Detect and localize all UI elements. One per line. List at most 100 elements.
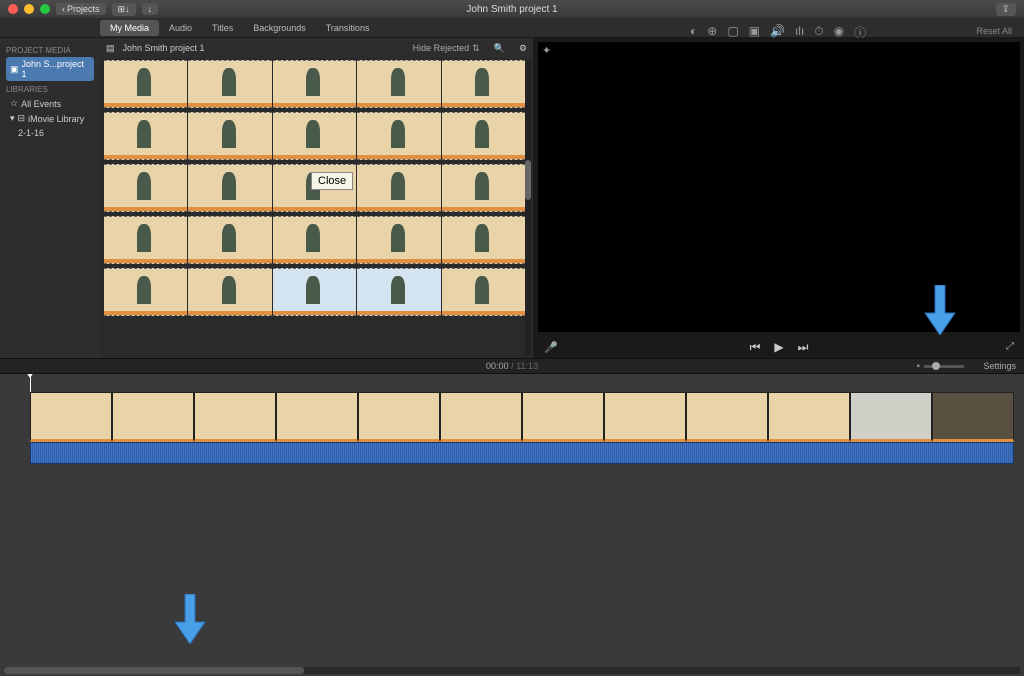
clip-thumbnail[interactable] [442,268,525,316]
library-icon: ⊟ [18,113,26,124]
video-track[interactable] [30,392,1014,442]
reset-all-button[interactable]: Reset All [976,26,1012,36]
audio-track[interactable] [30,442,1014,464]
back-label: Projects [67,4,100,14]
voiceover-mic-icon[interactable]: 🎤 [544,341,558,354]
clip-thumbnail[interactable] [273,60,356,108]
download-icon: ↓ [148,4,153,14]
clip-thumbnail[interactable] [357,164,440,212]
clip-thumbnail[interactable] [104,164,187,212]
sidebar-item-project[interactable]: ▣ John S...project 1 [6,57,94,81]
clip-thumbnail[interactable] [357,216,440,264]
clip-thumbnail[interactable] [188,216,271,264]
filmstrip-row[interactable] [104,112,525,160]
media-tabs-row: My Media Audio Titles Backgrounds Transi… [0,18,1024,38]
timeline-clip[interactable] [850,392,932,442]
sidebar-item-all-events[interactable]: ☆ All Events [6,96,94,111]
timeline-clip[interactable] [30,392,112,442]
tab-audio[interactable]: Audio [159,20,202,36]
disclosure-triangle-icon[interactable]: ▾ [10,113,15,124]
clip-thumbnail[interactable] [188,164,271,212]
download-button[interactable]: ↓ [142,3,159,15]
fullscreen-icon[interactable]: ⤢ [1006,341,1014,352]
prev-button[interactable]: ⏮ [750,340,761,355]
all-events-label: All Events [21,99,61,109]
clip-thumbnail[interactable] [357,112,440,160]
tab-my-media[interactable]: My Media [100,20,159,36]
time-sep: / [509,361,517,371]
clip-thumbnail[interactable] [104,268,187,316]
tab-backgrounds[interactable]: Backgrounds [243,20,316,36]
sidebar-item-date[interactable]: 2-1-16 [6,126,94,140]
media-browser: ▤ John Smith project 1 Hide Rejected ⇅ 🔍… [100,38,534,358]
hide-rejected-dropdown[interactable]: Hide Rejected ⇅ [413,43,480,54]
timeline-clip[interactable] [194,392,276,442]
clip-size-icon: ▪ [916,361,920,372]
timeline-clip[interactable] [358,392,440,442]
timeline[interactable] [0,374,1024,676]
window-title: John Smith project 1 [466,4,557,15]
clip-thumbnail[interactable] [188,268,271,316]
back-projects-button[interactable]: ‹ Projects [56,3,106,15]
browser-scrollbar[interactable] [525,60,531,356]
share-button[interactable]: ⇪ [996,3,1016,16]
sidebar: PROJECT MEDIA ▣ John S...project 1 LIBRA… [0,38,100,358]
search-icon[interactable]: 🔍 [494,43,505,54]
timeline-clip[interactable] [112,392,194,442]
timeline-clip[interactable] [768,392,850,442]
zoom-slider[interactable] [924,365,964,368]
clip-thumbnail[interactable] [442,112,525,160]
timeline-clip[interactable] [522,392,604,442]
annotation-arrow [170,594,210,644]
libraries-header: LIBRARIES [6,85,94,94]
timeline-clip[interactable] [932,392,1014,442]
filmstrip-row[interactable] [104,216,525,264]
timeline-clip[interactable] [686,392,768,442]
close-window-icon[interactable] [8,4,18,14]
clip-thumbnail[interactable] [104,216,187,264]
clip-thumbnail[interactable] [104,112,187,160]
share-icon: ⇪ [1002,4,1010,15]
tab-transitions[interactable]: Transitions [316,20,380,36]
tab-titles[interactable]: Titles [202,20,243,36]
annotation-arrow [920,285,960,335]
list-view-icon[interactable]: ▤ [106,43,115,54]
clip-thumbnail[interactable] [273,112,356,160]
playback-controls: ⏮ ▶ ⏭ ⤢ [534,336,1024,358]
timeline-clip[interactable] [440,392,522,442]
filmstrip-row[interactable] [104,60,525,108]
clip-thumbnail[interactable] [442,164,525,212]
duration: 11:13 [516,361,538,371]
play-button[interactable]: ▶ [774,340,783,354]
browser-header: ▤ John Smith project 1 Hide Rejected ⇅ 🔍… [100,38,533,58]
maximize-window-icon[interactable] [40,4,50,14]
filmstrip-area[interactable] [100,58,533,358]
timeline-clip[interactable] [276,392,358,442]
star-icon: ☆ [10,98,18,109]
next-button[interactable]: ⏭ [798,340,809,355]
sidebar-item-library[interactable]: ▾ ⊟ iMovie Library [6,111,94,126]
import-media-button[interactable]: ⊞↓ [112,3,136,16]
clip-thumbnail[interactable] [188,112,271,160]
audio-waveform [31,443,1013,463]
timeline-scrollbar[interactable] [4,667,1020,674]
project-media-header: PROJECT MEDIA [6,46,94,55]
clip-thumbnail[interactable] [442,216,525,264]
minimize-window-icon[interactable] [24,4,34,14]
zoom-control: ▪ [916,361,964,372]
import-icon: ⊞↓ [118,4,130,15]
clip-thumbnail[interactable] [357,268,440,316]
clip-thumbnail[interactable] [442,60,525,108]
clip-thumbnail[interactable] [188,60,271,108]
clip-thumbnail[interactable] [273,268,356,316]
gear-icon[interactable]: ⚙ [519,43,527,54]
enhance-wand-icon[interactable]: ✦ [542,44,551,57]
timeline-timecode: 00:00 / 11:13 [486,361,538,371]
clip-thumbnail[interactable] [357,60,440,108]
filmstrip-row[interactable] [104,268,525,316]
timeline-settings-button[interactable]: Settings [983,361,1016,371]
timeline-clip[interactable] [604,392,686,442]
clip-thumbnail[interactable] [273,216,356,264]
sidebar-project-label: John S...project 1 [22,59,90,79]
clip-thumbnail[interactable] [104,60,187,108]
